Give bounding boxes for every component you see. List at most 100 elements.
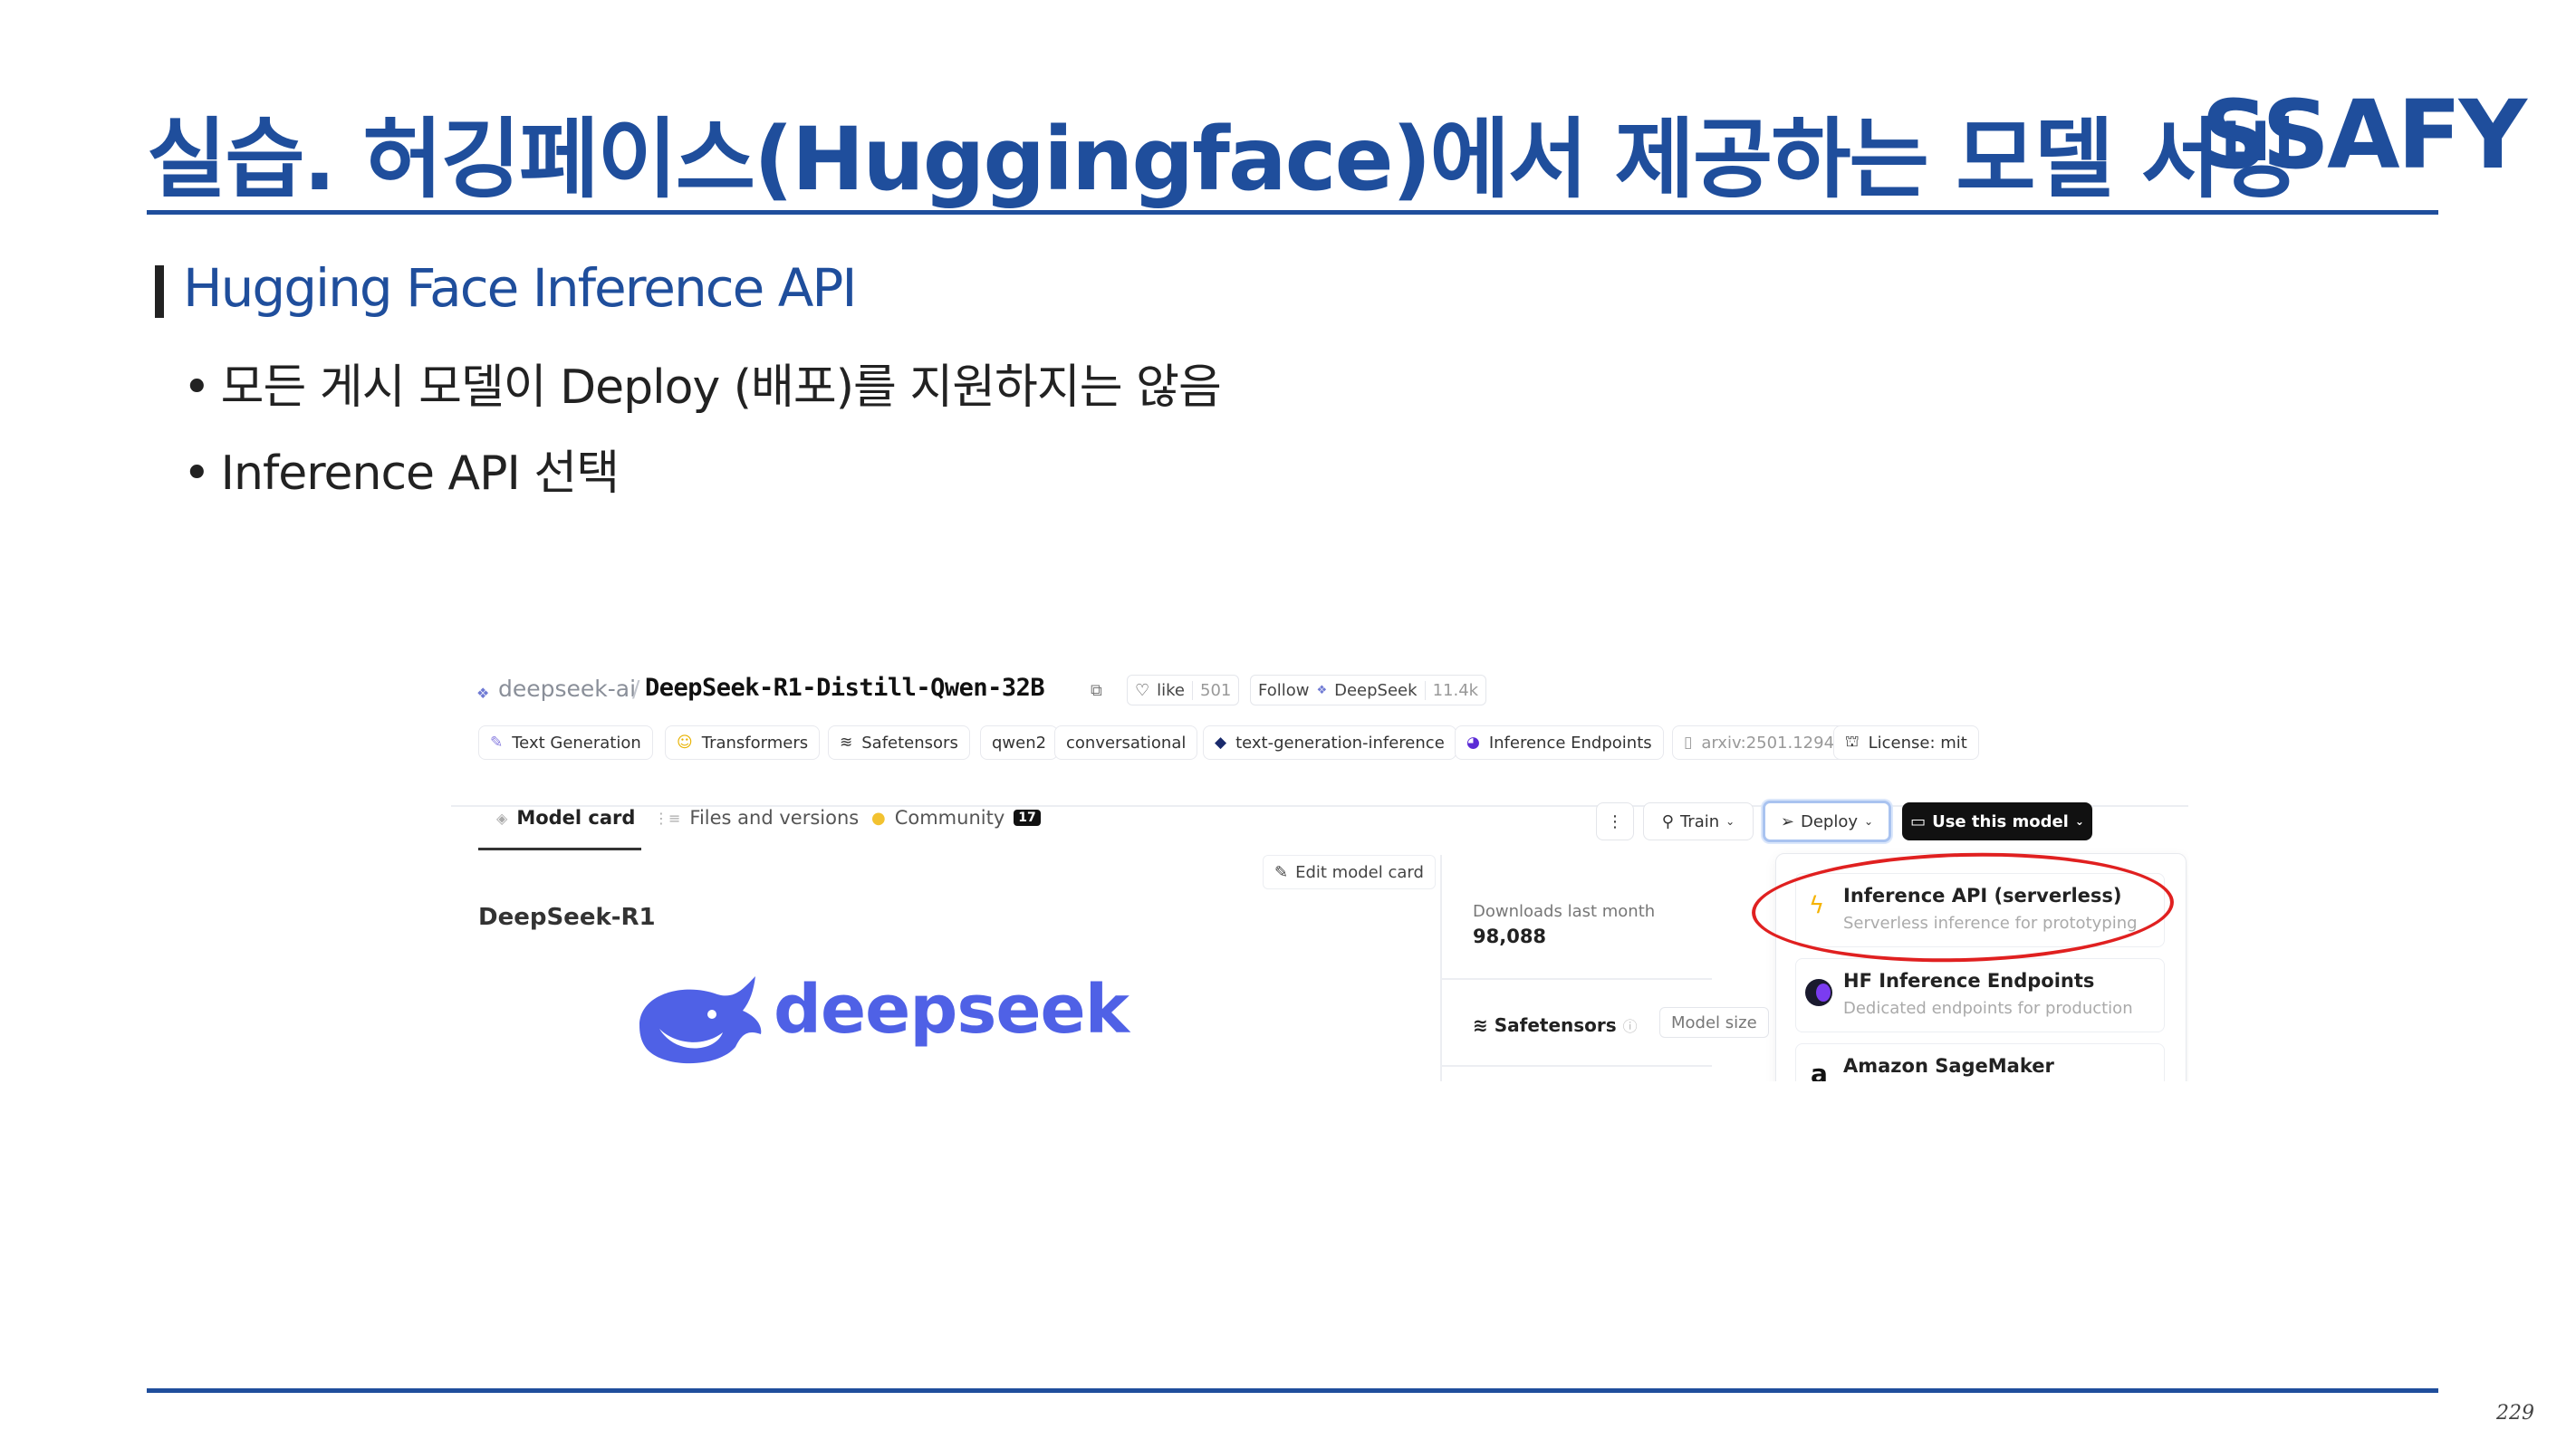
bullet-text: Inference API 선택 <box>220 446 620 501</box>
deploy-button[interactable]: ➢ Deploy ⌄ <box>1763 801 1891 842</box>
tag-label: License: mit <box>1868 733 1967 753</box>
follow-button[interactable]: Follow ❖ DeepSeek 11.4k <box>1250 675 1487 705</box>
tag-label: Text Generation <box>512 733 641 753</box>
bullet-dot: • <box>183 360 211 415</box>
chevron-down-icon: ⌄ <box>2074 815 2084 828</box>
deepseek-whale-logo <box>629 969 774 1070</box>
tab-model-card[interactable]: ◈ Model card <box>496 807 635 829</box>
bullet-item: • Inference API 선택 <box>183 435 620 503</box>
train-icon: ⚲ <box>1661 811 1674 831</box>
safetensors-label: Safetensors <box>1494 1014 1617 1036</box>
use-model-label: Use this model <box>1932 811 2069 831</box>
breadcrumb-org[interactable]: deepseek-ai <box>498 676 636 702</box>
tab-community[interactable]: ● Community 17 <box>871 807 1041 829</box>
deepseek-org-icon: ❖ <box>476 685 490 702</box>
community-icon: ● <box>871 808 886 828</box>
community-count-badge: 17 <box>1014 810 1041 826</box>
downloads-label: Downloads last month <box>1473 902 1656 921</box>
chevron-down-icon: ⌄ <box>1864 815 1874 828</box>
send-icon: ➢ <box>1780 811 1794 831</box>
tag-label: conversational <box>1066 733 1187 753</box>
tag-text-generation-inference[interactable]: ◆ text-generation-inference <box>1203 725 1456 760</box>
bullet-dot: • <box>183 446 211 501</box>
sidebar-divider <box>1440 855 1442 1081</box>
chevron-down-icon: ⌄ <box>1725 815 1735 828</box>
active-tab-indicator <box>478 848 641 850</box>
downloads-value: 98,088 <box>1473 926 1547 947</box>
pencil-icon: ✎ <box>1274 862 1289 882</box>
paper-icon: ▯ <box>1684 734 1693 752</box>
like-label: like <box>1157 680 1185 700</box>
tab-label: Files and versions <box>689 807 860 829</box>
edit-model-card-label: Edit model card <box>1295 862 1424 882</box>
train-label: Train <box>1679 811 1720 831</box>
hf-endpoints-icon <box>1805 979 1832 1006</box>
tag-label: arxiv:2501.12948 <box>1701 733 1845 753</box>
deploy-label: Deploy <box>1801 811 1859 831</box>
amazon-icon: a <box>1811 1059 1828 1081</box>
tag-qwen2[interactable]: qwen2 <box>980 725 1059 760</box>
transformers-icon: ☺ <box>677 734 693 752</box>
inference-endpoints-icon: ◕ <box>1466 734 1480 752</box>
ssafy-logo: SSAFY <box>2201 80 2527 190</box>
bullet-text: 모든 게시 모델이 Deploy (배포)를 지원하지는 않음 <box>220 360 1222 415</box>
footer-divider <box>147 1388 2438 1393</box>
info-icon[interactable]: ⓘ <box>1623 1018 1638 1035</box>
menu-item-hf-inference-endpoints[interactable]: HF Inference Endpoints Dedicated endpoin… <box>1795 958 2165 1032</box>
tab-label: Community <box>894 807 1005 829</box>
tag-safetensors[interactable]: ≋ Safetensors <box>828 725 970 760</box>
like-count: 501 <box>1192 680 1231 700</box>
heart-icon: ♡ <box>1135 680 1150 700</box>
use-this-model-button[interactable]: ▭ Use this model ⌄ <box>1902 802 2092 840</box>
model-size-chip: Model size <box>1659 1007 1769 1038</box>
section-marker <box>155 265 164 318</box>
tag-arxiv[interactable]: ▯ arxiv:2501.12948 <box>1672 725 1857 760</box>
more-options-button[interactable]: ⋮ <box>1596 802 1634 840</box>
follow-count: 11.4k <box>1424 680 1478 700</box>
breadcrumb-model[interactable]: DeepSeek-R1-Distill-Qwen-32B <box>645 674 1045 702</box>
section-heading: Hugging Face Inference API <box>183 257 857 319</box>
deepseek-wordmark: deepseek <box>774 971 1129 1049</box>
slide-title: 실습. 허깅페이스(Huggingface)에서 제공하는 모델 서빙 <box>147 109 2299 210</box>
sidebar-separator <box>1440 1065 1712 1067</box>
files-icon: ⋮≡ <box>654 809 681 827</box>
huggingface-screenshot: ❖ deepseek-ai / DeepSeek-R1-Distill-Qwen… <box>451 648 2188 1081</box>
breadcrumb-separator: / <box>632 676 640 702</box>
title-divider <box>147 210 2438 215</box>
tag-label: Inference Endpoints <box>1488 733 1652 753</box>
tag-conversational[interactable]: conversational <box>1054 725 1198 760</box>
text-generation-icon: ✎ <box>490 734 504 752</box>
like-button[interactable]: ♡ like 501 <box>1127 675 1240 705</box>
tag-label: qwen2 <box>992 733 1047 753</box>
tag-label: Safetensors <box>861 733 958 753</box>
train-button[interactable]: ⚲ Train ⌄ <box>1643 802 1754 840</box>
bullet-item: • 모든 게시 모델이 Deploy (배포)를 지원하지는 않음 <box>183 349 1222 417</box>
safetensors-icon: ≋ <box>840 734 853 752</box>
more-icon: ⋮ <box>1607 811 1623 831</box>
safetensors-icon: ≋ <box>1473 1014 1488 1036</box>
model-heading: DeepSeek-R1 <box>478 904 656 931</box>
menu-item-title: Amazon SageMaker <box>1843 1055 2054 1077</box>
copy-icon[interactable]: ⧉ <box>1091 681 1102 700</box>
monitor-icon: ▭ <box>1910 811 1927 831</box>
follow-label: Follow <box>1258 680 1310 700</box>
menu-item-amazon-sagemaker[interactable]: a Amazon SageMaker <box>1795 1043 2165 1081</box>
tag-text-generation[interactable]: ✎ Text Generation <box>478 725 653 760</box>
tag-label: Transformers <box>701 733 809 753</box>
menu-item-title: HF Inference Endpoints <box>1843 970 2095 992</box>
tag-label: text-generation-inference <box>1235 733 1445 753</box>
edit-model-card-button[interactable]: ✎ Edit model card <box>1263 855 1436 889</box>
tab-label: Model card <box>516 807 636 829</box>
license-icon: ⛫ <box>1845 733 1860 751</box>
model-card-icon: ◈ <box>496 809 508 827</box>
sidebar-separator <box>1440 978 1712 980</box>
tab-files-and-versions[interactable]: ⋮≡ Files and versions <box>654 807 859 829</box>
safetensors-heading: ≋ Safetensors ⓘ <box>1473 1014 1638 1036</box>
page-number: 229 <box>2496 1402 2534 1425</box>
menu-item-subtitle: Dedicated endpoints for production <box>1843 999 2133 1018</box>
tgi-icon: ◆ <box>1215 734 1227 752</box>
tag-license[interactable]: ⛫ License: mit <box>1833 725 1979 760</box>
tag-inference-endpoints[interactable]: ◕ Inference Endpoints <box>1455 725 1664 760</box>
tag-transformers[interactable]: ☺ Transformers <box>665 725 821 760</box>
deepseek-org-icon: ❖ <box>1316 683 1328 697</box>
